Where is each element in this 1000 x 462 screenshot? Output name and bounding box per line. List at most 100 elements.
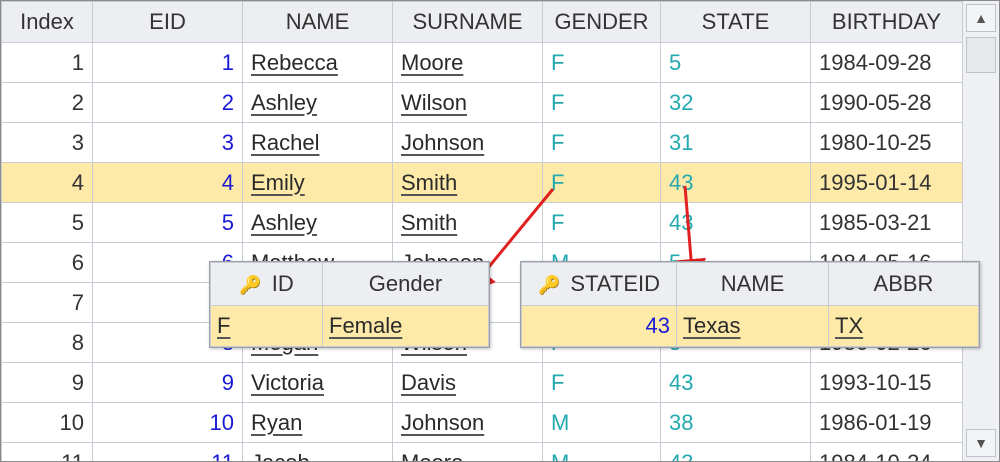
name-cell[interactable]: Jacob [242, 442, 393, 462]
row-index-cell[interactable]: 6 [1, 242, 93, 283]
name-cell[interactable]: Ryan [242, 402, 393, 443]
chevron-up-icon[interactable]: ▲ [966, 4, 996, 32]
name-link[interactable]: Ashley [251, 90, 317, 115]
table-row[interactable]: 2 2 Ashley Wilson F 32 1990-05-28 [1, 82, 963, 123]
name-cell[interactable]: Rachel [242, 122, 393, 163]
state-name-cell[interactable]: Texas [676, 305, 829, 347]
state-id-cell[interactable]: 43 [521, 305, 677, 347]
birthday-cell[interactable]: 1993-10-15 [810, 362, 963, 403]
row-index-cell[interactable]: 10 [1, 402, 93, 443]
eid-cell[interactable]: 1 [92, 42, 243, 83]
surname-link[interactable]: Wilson [401, 90, 467, 115]
popup-header-name[interactable]: NAME [676, 262, 829, 306]
column-header-eid[interactable]: EID [92, 1, 243, 43]
row-index-cell[interactable]: 5 [1, 202, 93, 243]
surname-link[interactable]: Moore [401, 50, 463, 75]
state-cell[interactable]: 5 [660, 42, 811, 83]
surname-cell[interactable]: Moore [392, 42, 543, 83]
state-abbr-cell[interactable]: TX [828, 305, 979, 347]
column-header-birthday[interactable]: BIRTHDAY [810, 1, 963, 43]
surname-cell[interactable]: Moore [392, 442, 543, 462]
name-link[interactable]: Rachel [251, 130, 319, 155]
state-cell[interactable]: 43 [660, 202, 811, 243]
gender-cell[interactable]: M [542, 402, 661, 443]
surname-cell[interactable]: Davis [392, 362, 543, 403]
name-link[interactable]: Ashley [251, 210, 317, 235]
row-index-cell[interactable]: 7 [1, 282, 93, 323]
name-link[interactable]: Victoria [251, 370, 324, 395]
surname-link[interactable]: Moore [401, 450, 463, 462]
name-link[interactable]: Rebecca [251, 50, 338, 75]
state-cell[interactable]: 31 [660, 122, 811, 163]
table-row[interactable]: 10 10 Ryan Johnson M 38 1986-01-19 [1, 402, 963, 443]
surname-link[interactable]: Smith [401, 170, 457, 195]
surname-link[interactable]: Davis [401, 370, 456, 395]
gender-cell[interactable]: F [542, 162, 661, 203]
column-header-state[interactable]: STATE [660, 1, 811, 43]
table-row[interactable]: 4 4 Emily Smith F 43 1995-01-14 [1, 162, 963, 203]
row-index-cell[interactable]: 1 [1, 42, 93, 83]
table-row[interactable]: 1 1 Rebecca Moore F 5 1984-09-28 [1, 42, 963, 83]
gender-cell[interactable]: F [542, 362, 661, 403]
popup-header-abbr[interactable]: ABBR [828, 262, 979, 306]
row-index-cell[interactable]: 2 [1, 82, 93, 123]
row-index-cell[interactable]: 11 [1, 442, 93, 461]
surname-link[interactable]: Johnson [401, 410, 484, 435]
birthday-cell[interactable]: 1984-10-24 [810, 442, 963, 461]
popup-header-id[interactable]: 🔑 ID [210, 262, 323, 306]
surname-cell[interactable]: Wilson [392, 82, 543, 123]
column-header-gender[interactable]: GENDER [542, 1, 661, 43]
name-cell[interactable]: Ashley [242, 202, 393, 243]
name-cell[interactable]: Victoria [242, 362, 393, 403]
gender-cell[interactable]: M [542, 442, 661, 461]
gender-cell[interactable]: F [542, 82, 661, 123]
eid-cell[interactable]: 10 [92, 402, 243, 443]
row-index-cell[interactable]: 8 [1, 322, 93, 363]
gender-name-cell[interactable]: Female [322, 305, 489, 347]
surname-link[interactable]: Johnson [401, 130, 484, 155]
gender-id-cell[interactable]: F [210, 305, 323, 347]
state-cell[interactable]: 38 [660, 402, 811, 443]
surname-cell[interactable]: Johnson [392, 402, 543, 443]
chevron-down-icon[interactable]: ▼ [966, 429, 996, 457]
surname-cell[interactable]: Smith [392, 162, 543, 203]
column-header-index[interactable]: Index [1, 1, 93, 43]
name-link[interactable]: Jacob [251, 450, 310, 462]
birthday-cell[interactable]: 1986-01-19 [810, 402, 963, 443]
birthday-cell[interactable]: 1984-09-28 [810, 42, 963, 83]
eid-cell[interactable]: 5 [92, 202, 243, 243]
surname-cell[interactable]: Smith [392, 202, 543, 243]
state-cell[interactable]: 43 [660, 362, 811, 403]
table-row[interactable]: 9 9 Victoria Davis F 43 1993-10-15 [1, 362, 963, 403]
popup-header-gender[interactable]: Gender [322, 262, 489, 306]
eid-cell[interactable]: 3 [92, 122, 243, 163]
name-link[interactable]: Emily [251, 170, 305, 195]
name-link[interactable]: Ryan [251, 410, 302, 435]
vertical-scrollbar[interactable]: ▲ ▼ [962, 1, 999, 461]
name-cell[interactable]: Rebecca [242, 42, 393, 83]
name-cell[interactable]: Emily [242, 162, 393, 203]
birthday-cell[interactable]: 1980-10-25 [810, 122, 963, 163]
table-row[interactable]: 11 11 Jacob Moore M 43 1984-10-24 [1, 442, 963, 462]
state-cell[interactable]: 43 [660, 442, 811, 461]
gender-cell[interactable]: F [542, 42, 661, 83]
birthday-cell[interactable]: 1995-01-14 [810, 162, 963, 203]
birthday-cell[interactable]: 1985-03-21 [810, 202, 963, 243]
column-header-name[interactable]: NAME [242, 1, 393, 43]
eid-cell[interactable]: 2 [92, 82, 243, 123]
table-row[interactable]: 5 5 Ashley Smith F 43 1985-03-21 [1, 202, 963, 243]
popup-header-stateid[interactable]: 🔑 STATEID [521, 262, 677, 306]
row-index-cell[interactable]: 4 [1, 162, 93, 203]
eid-cell[interactable]: 9 [92, 362, 243, 403]
birthday-cell[interactable]: 1990-05-28 [810, 82, 963, 123]
gender-cell[interactable]: F [542, 202, 661, 243]
table-row[interactable]: 3 3 Rachel Johnson F 31 1980-10-25 [1, 122, 963, 163]
row-index-cell[interactable]: 9 [1, 362, 93, 403]
gender-cell[interactable]: F [542, 122, 661, 163]
scrollbar-thumb[interactable] [966, 37, 996, 73]
row-index-cell[interactable]: 3 [1, 122, 93, 163]
column-header-surname[interactable]: SURNAME [392, 1, 543, 43]
state-cell[interactable]: 32 [660, 82, 811, 123]
eid-cell[interactable]: 4 [92, 162, 243, 203]
surname-cell[interactable]: Johnson [392, 122, 543, 163]
